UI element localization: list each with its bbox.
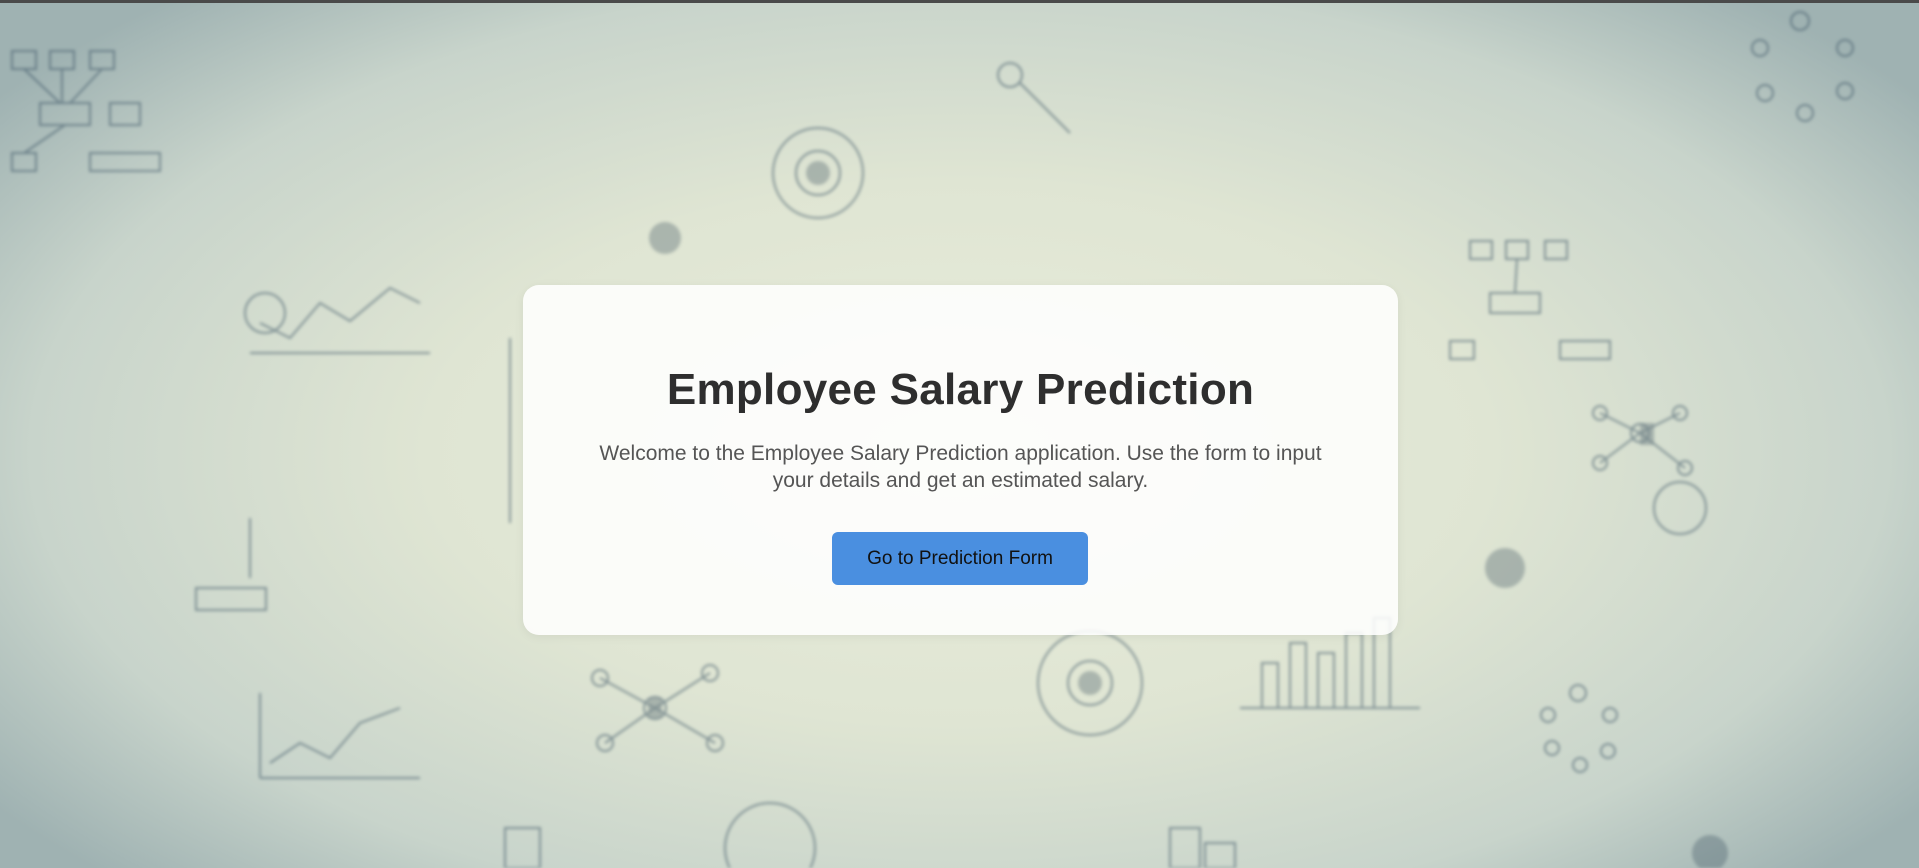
page-title: Employee Salary Prediction bbox=[666, 365, 1255, 414]
welcome-description: Welcome to the Employee Salary Predictio… bbox=[599, 442, 1322, 492]
welcome-card: Employee Salary Prediction Welcome to th… bbox=[523, 285, 1398, 635]
go-to-prediction-form-button[interactable]: Go to Prediction Form bbox=[832, 532, 1088, 585]
